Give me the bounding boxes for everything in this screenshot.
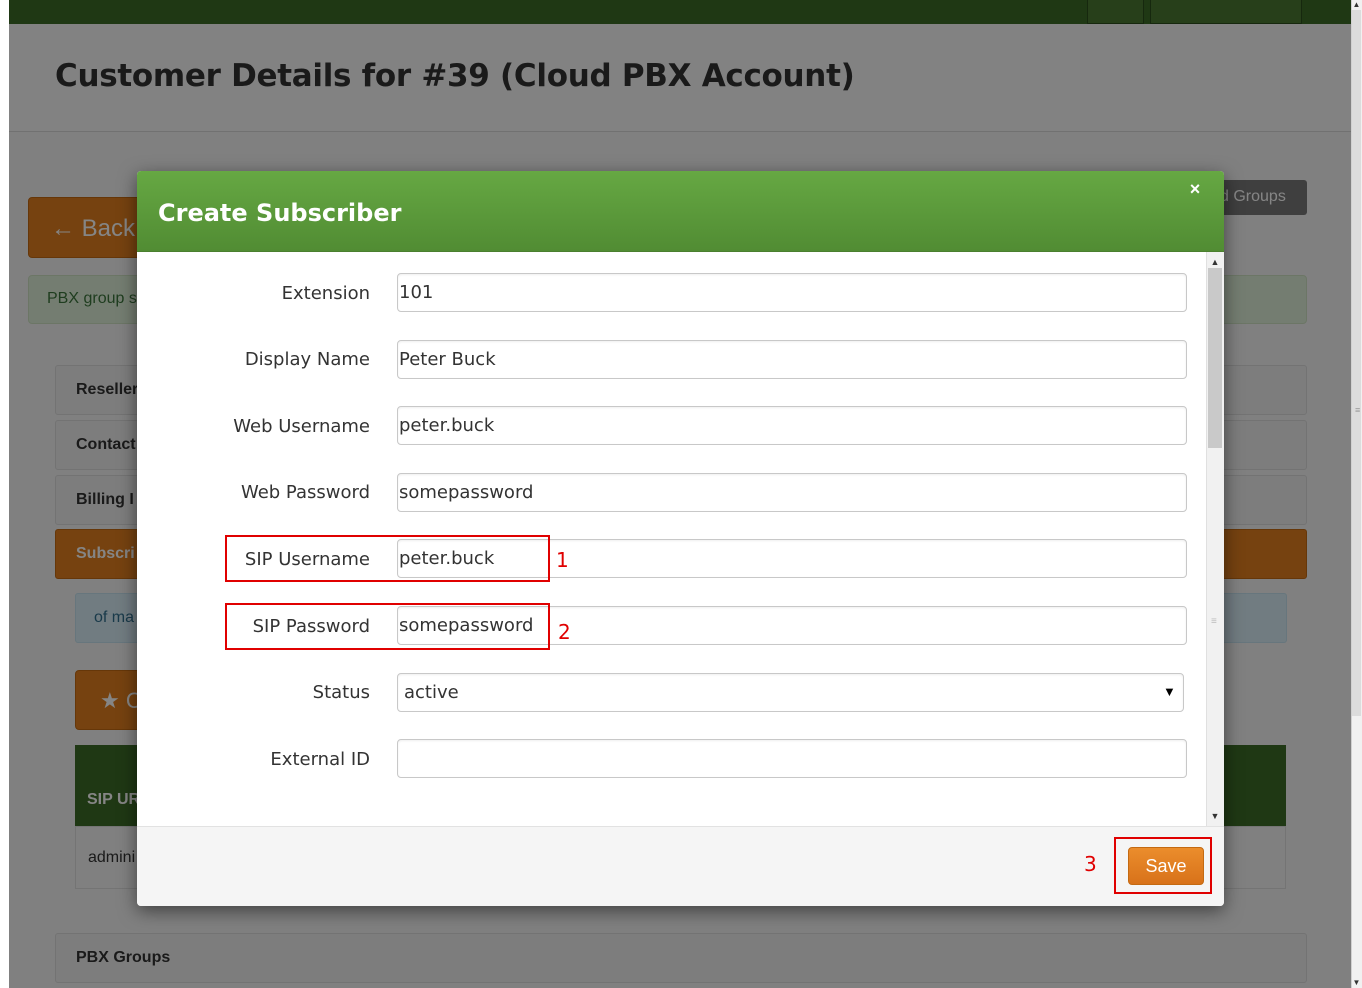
save-button[interactable]: Save <box>1128 847 1204 885</box>
annotation-number-3: 3 <box>1084 852 1097 876</box>
modal-scrollbar-thumb[interactable] <box>1208 268 1222 448</box>
chevron-down-icon: ▼ <box>1163 684 1176 699</box>
annotation-box-sip-password <box>225 603 550 650</box>
extension-input[interactable]: 101 <box>397 273 1187 312</box>
close-icon[interactable]: × <box>1187 179 1203 199</box>
web-username-input[interactable]: peter.buck <box>397 406 1187 445</box>
scroll-grip-icon: ≡ <box>1355 405 1361 415</box>
display-name-label: Display Name <box>244 349 370 370</box>
external-id-label: External ID <box>270 749 370 770</box>
web-password-input[interactable]: somepassword <box>397 473 1187 512</box>
web-username-label: Web Username <box>233 416 370 437</box>
modal-title: Create Subscriber <box>158 199 402 227</box>
scroll-up-arrow-icon[interactable]: ▲ <box>1351 0 1362 10</box>
create-subscriber-modal: Create Subscriber × Extension 101 Displa… <box>137 171 1224 906</box>
annotation-box-sip-username <box>225 535 550 582</box>
status-select[interactable]: active <box>397 673 1184 712</box>
annotation-number-2: 2 <box>558 620 571 644</box>
external-id-input[interactable] <box>397 739 1187 778</box>
web-password-label: Web Password <box>240 482 370 503</box>
extension-label: Extension <box>281 283 370 304</box>
scroll-grip-icon: ≡ <box>1211 616 1217 627</box>
display-name-input[interactable]: Peter Buck <box>397 340 1187 379</box>
window-scrollbar-thumb[interactable] <box>1352 10 1361 716</box>
scroll-down-arrow-icon[interactable]: ▼ <box>1351 978 1362 988</box>
modal-footer <box>137 826 1224 906</box>
status-label: Status <box>312 682 370 703</box>
annotation-number-1: 1 <box>556 548 569 572</box>
scroll-down-arrow-icon[interactable]: ▼ <box>1206 808 1224 824</box>
